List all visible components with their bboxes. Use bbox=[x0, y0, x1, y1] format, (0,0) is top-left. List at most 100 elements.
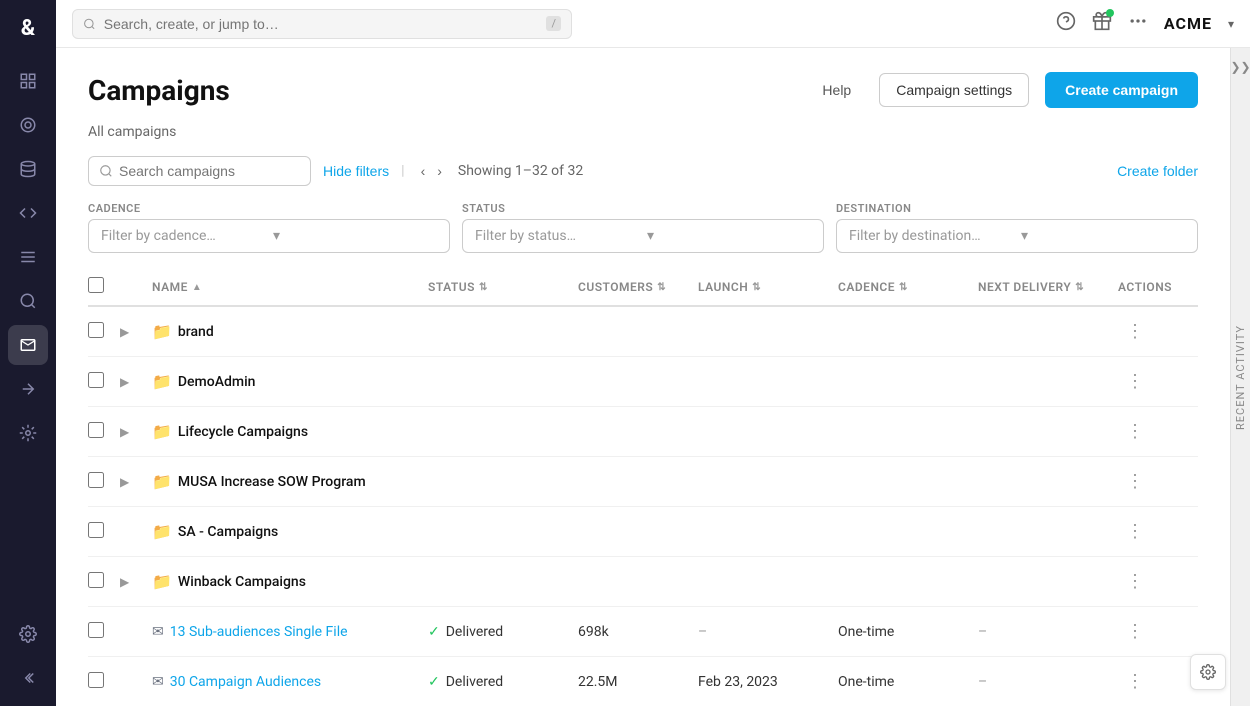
expand-button[interactable]: ▶ bbox=[120, 475, 129, 489]
table-header: NAME ▲ STATUS ⇅ CUSTOMERS ⇅ LAUNCH ⇅ CAD… bbox=[88, 269, 1198, 307]
table-row: 📁 SA - Campaigns ⋮ bbox=[88, 507, 1198, 557]
select-all-checkbox[interactable] bbox=[88, 277, 104, 293]
table-row: ▶ 📁 MUSA Increase SOW Program ⋮ bbox=[88, 457, 1198, 507]
cadence-filter-value: Filter by cadence… bbox=[101, 228, 265, 244]
nav-item-code[interactable] bbox=[8, 193, 48, 233]
row-checkbox[interactable] bbox=[88, 672, 104, 688]
header-actions: ACTIONS bbox=[1118, 280, 1198, 294]
destination-filter-label: DESTINATION bbox=[836, 202, 1198, 215]
page-title: Campaigns bbox=[88, 74, 810, 107]
nav-item-analytics[interactable] bbox=[8, 105, 48, 145]
folder-icon: 📁 bbox=[152, 472, 172, 491]
top-bar-actions: ACME ▾ bbox=[1056, 11, 1234, 36]
nav-item-segments[interactable] bbox=[8, 237, 48, 277]
row-checkbox[interactable] bbox=[88, 572, 104, 588]
row-checkbox[interactable] bbox=[88, 322, 104, 338]
create-campaign-button[interactable]: Create campaign bbox=[1045, 72, 1198, 108]
campaign-link[interactable]: 13 Sub-audiences Single File bbox=[170, 624, 348, 640]
row-checkbox[interactable] bbox=[88, 422, 104, 438]
header-cadence[interactable]: CADENCE ⇅ bbox=[838, 280, 978, 294]
recent-activity-panel[interactable]: ❯❯ RECENT ACTIVITY bbox=[1230, 48, 1250, 706]
header-name[interactable]: NAME ▲ bbox=[152, 280, 428, 294]
row-name-cell: ✉ 13 Sub-audiences Single File bbox=[152, 624, 428, 640]
campaign-settings-button[interactable]: Campaign settings bbox=[879, 73, 1029, 107]
row-actions-button[interactable]: ⋮ bbox=[1118, 317, 1152, 346]
campaign-link[interactable]: 30 Campaign Audiences bbox=[170, 674, 321, 690]
search-campaigns-input[interactable] bbox=[119, 163, 300, 179]
header-status[interactable]: STATUS ⇅ bbox=[428, 280, 578, 294]
cadence-chevron-icon: ▾ bbox=[273, 228, 437, 244]
row-customers: 22.5M bbox=[578, 674, 698, 690]
table-row: ▶ 📁 brand ⋮ bbox=[88, 307, 1198, 357]
search-campaigns-box[interactable] bbox=[88, 156, 311, 186]
status-check-icon: ✓ bbox=[428, 674, 440, 690]
status-filter-select[interactable]: Filter by status… ▾ bbox=[462, 219, 824, 253]
nav-item-dashboard[interactable] bbox=[8, 61, 48, 101]
left-nav: & bbox=[0, 0, 56, 706]
nav-item-collapse[interactable] bbox=[8, 658, 48, 698]
nav-item-settings[interactable] bbox=[8, 614, 48, 654]
header-customers[interactable]: CUSTOMERS ⇅ bbox=[578, 280, 698, 294]
campaigns-table: NAME ▲ STATUS ⇅ CUSTOMERS ⇅ LAUNCH ⇅ CAD… bbox=[88, 269, 1198, 706]
brand-name: ACME bbox=[1164, 14, 1212, 33]
row-actions-button[interactable]: ⋮ bbox=[1118, 667, 1152, 696]
row-name-text: SA - Campaigns bbox=[178, 524, 278, 540]
row-actions-button[interactable]: ⋮ bbox=[1118, 567, 1152, 596]
global-search-box[interactable]: / bbox=[72, 9, 572, 39]
folder-icon: 📁 bbox=[152, 422, 172, 441]
prev-page-button[interactable]: ‹ bbox=[417, 161, 430, 181]
header-launch[interactable]: LAUNCH ⇅ bbox=[698, 280, 838, 294]
row-name-cell: 📁 Lifecycle Campaigns bbox=[152, 422, 428, 441]
row-checkbox[interactable] bbox=[88, 472, 104, 488]
row-name-cell: 📁 DemoAdmin bbox=[152, 372, 428, 391]
status-filter-value: Filter by status… bbox=[475, 228, 639, 244]
expand-button[interactable]: ▶ bbox=[120, 575, 129, 589]
nav-item-journeys[interactable] bbox=[8, 369, 48, 409]
nav-item-data[interactable] bbox=[8, 149, 48, 189]
help-icon[interactable] bbox=[1056, 11, 1076, 36]
row-checkbox[interactable] bbox=[88, 622, 104, 638]
filter-divider: | bbox=[401, 163, 404, 179]
hide-filters-button[interactable]: Hide filters bbox=[323, 163, 389, 179]
row-launch: Feb 23, 2023 bbox=[698, 674, 838, 690]
row-actions-button[interactable]: ⋮ bbox=[1118, 517, 1152, 546]
header-next-delivery[interactable]: NEXT DELIVERY ⇅ bbox=[978, 280, 1118, 294]
next-page-button[interactable]: › bbox=[433, 161, 446, 181]
expand-button[interactable]: ▶ bbox=[120, 375, 129, 389]
campaign-icon: ✉ bbox=[152, 674, 164, 690]
cadence-filter-group: CADENCE Filter by cadence… ▾ bbox=[88, 202, 450, 253]
filter-bar: Hide filters | ‹ › Showing 1–32 of 32 Cr… bbox=[88, 156, 1198, 186]
row-checkbox[interactable] bbox=[88, 372, 104, 388]
expand-button[interactable]: ▶ bbox=[120, 325, 129, 339]
row-next-delivery: – bbox=[978, 674, 1118, 690]
pagination-arrows: ‹ › bbox=[417, 161, 446, 181]
recent-activity-label: RECENT ACTIVITY bbox=[1234, 325, 1247, 430]
help-button[interactable]: Help bbox=[810, 74, 863, 106]
row-name-text: DemoAdmin bbox=[178, 374, 256, 390]
brand-chevron-icon[interactable]: ▾ bbox=[1228, 17, 1234, 31]
expand-button[interactable]: ▶ bbox=[120, 425, 129, 439]
nav-item-campaigns[interactable] bbox=[8, 325, 48, 365]
nav-logo[interactable]: & bbox=[13, 8, 43, 49]
row-actions-button[interactable]: ⋮ bbox=[1118, 417, 1152, 446]
nav-item-search[interactable] bbox=[8, 281, 48, 321]
folder-icon: 📁 bbox=[152, 322, 172, 341]
row-actions-button[interactable]: ⋮ bbox=[1118, 367, 1152, 396]
search-icon bbox=[83, 17, 96, 31]
cadence-sort-icon: ⇅ bbox=[899, 282, 908, 293]
gift-icon[interactable] bbox=[1092, 11, 1112, 36]
create-folder-button[interactable]: Create folder bbox=[1117, 163, 1198, 179]
row-checkbox[interactable] bbox=[88, 522, 104, 538]
row-actions-button[interactable]: ⋮ bbox=[1118, 617, 1152, 646]
row-actions-button[interactable]: ⋮ bbox=[1118, 467, 1152, 496]
global-search-input[interactable] bbox=[104, 16, 539, 32]
status-text: Delivered bbox=[446, 624, 503, 640]
settings-fab[interactable] bbox=[1190, 654, 1226, 690]
nav-item-integrations[interactable] bbox=[8, 413, 48, 453]
more-options-icon[interactable] bbox=[1128, 11, 1148, 36]
row-name-text: Winback Campaigns bbox=[178, 574, 306, 590]
row-launch: – bbox=[698, 624, 838, 640]
cadence-filter-select[interactable]: Filter by cadence… ▾ bbox=[88, 219, 450, 253]
destination-filter-select[interactable]: Filter by destination… ▾ bbox=[836, 219, 1198, 253]
name-sort-icon: ▲ bbox=[192, 282, 202, 293]
